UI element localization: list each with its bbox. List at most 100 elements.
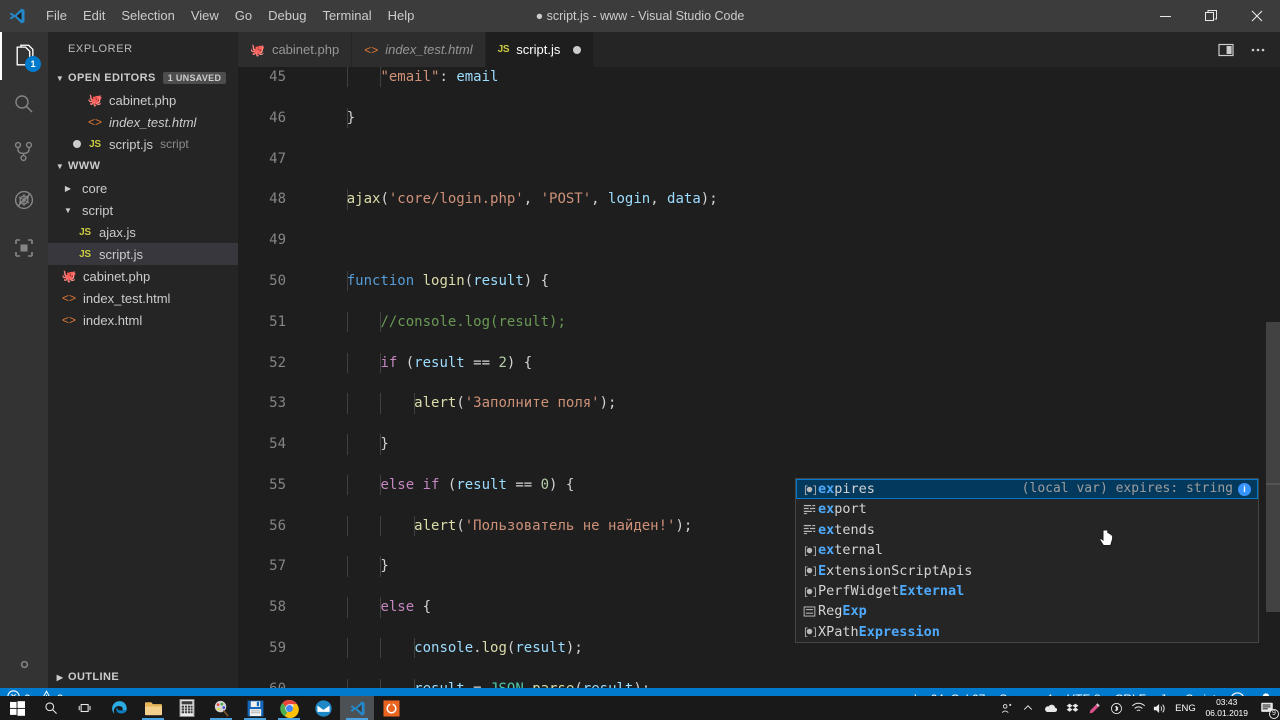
volume-icon[interactable]: [1149, 696, 1171, 720]
open-editor-script-js[interactable]: JS script.js script: [48, 133, 238, 155]
code-line[interactable]: 50 function login(result) {: [238, 270, 1280, 292]
overview-marker: [1266, 483, 1280, 485]
outline-section-header[interactable]: ▶ OUTLINE: [48, 666, 238, 688]
suggestion-item[interactable]: []external: [796, 540, 1258, 560]
wifi-icon[interactable]: [1127, 696, 1149, 720]
more-actions-icon[interactable]: [1244, 36, 1272, 64]
suggestion-item[interactable]: RegExp: [796, 601, 1258, 621]
file-script-js[interactable]: JS script.js: [48, 243, 238, 265]
open-editors-label: OPEN EDITORS: [68, 72, 156, 84]
tab-dirty-icon[interactable]: [573, 45, 582, 54]
action-center-icon[interactable]: 9: [1254, 696, 1280, 720]
window-controls[interactable]: [1142, 0, 1280, 32]
chevron-up-icon[interactable]: [1017, 696, 1039, 720]
tab-script-js[interactable]: JS script.js: [485, 32, 595, 67]
tab-index-test-html[interactable]: <> index_test.html: [352, 32, 486, 67]
svg-text:]: ]: [811, 484, 815, 495]
line-number: 56: [269, 517, 286, 534]
menu-view[interactable]: View: [183, 0, 227, 32]
file-ajax-js[interactable]: JS ajax.js: [48, 221, 238, 243]
open-editor-label: cabinet.php: [109, 92, 177, 108]
info-icon[interactable]: i: [1238, 482, 1251, 496]
suggestion-item[interactable]: []ExtensionScriptApis: [796, 561, 1258, 581]
folder-script[interactable]: ▼ script: [48, 199, 238, 221]
line-number: 49: [269, 232, 286, 249]
bluetooth-icon[interactable]: [1105, 696, 1127, 720]
start-button[interactable]: [0, 696, 34, 720]
menu-file[interactable]: File: [38, 0, 75, 32]
suggestion-item[interactable]: []XPathExpression: [796, 622, 1258, 642]
split-editor-icon[interactable]: [1212, 36, 1240, 64]
menu-selection[interactable]: Selection: [113, 0, 182, 32]
paint-icon[interactable]: [204, 696, 238, 720]
open-editor-index-test-html[interactable]: <> index_test.html: [48, 111, 238, 133]
editor-scrollbar[interactable]: [1266, 67, 1280, 688]
calculator-icon[interactable]: [170, 696, 204, 720]
vscode-logo-icon: [0, 0, 34, 32]
scrollbar-thumb[interactable]: [1266, 322, 1280, 612]
orange-app-icon[interactable]: [374, 696, 408, 720]
menu-help[interactable]: Help: [380, 0, 423, 32]
file-index-html[interactable]: <> index.html: [48, 309, 238, 331]
file-index-test-html[interactable]: <> index_test.html: [48, 287, 238, 309]
line-text: else {: [380, 599, 432, 616]
task-view-icon[interactable]: [68, 696, 102, 720]
folder-icon[interactable]: [136, 696, 170, 720]
search-icon[interactable]: [34, 696, 68, 720]
pen-icon[interactable]: [1083, 696, 1105, 720]
tab-cabinet-php[interactable]: 🐙 cabinet.php: [238, 32, 353, 67]
suggestion-item[interactable]: []PerfWidgetExternal: [796, 581, 1258, 601]
file-label: ajax.js: [99, 224, 136, 240]
minimize-icon[interactable]: [1142, 0, 1188, 32]
property-icon: []: [800, 564, 818, 577]
sidebar-item-debug[interactable]: [0, 176, 48, 224]
suggestion-label: RegExp: [818, 603, 867, 620]
folder-core[interactable]: ▶ core: [48, 177, 238, 199]
chrome-icon[interactable]: [272, 696, 306, 720]
mail-icon[interactable]: [306, 696, 340, 720]
workspace-section-header[interactable]: ▼ WWW: [48, 155, 238, 177]
people-icon[interactable]: [995, 696, 1017, 720]
language-indicator[interactable]: ENG: [1171, 696, 1199, 720]
suggestion-item[interactable]: export: [796, 499, 1258, 519]
code-line[interactable]: 47: [238, 149, 1280, 169]
close-icon[interactable]: [1234, 0, 1280, 32]
edge-icon[interactable]: [102, 696, 136, 720]
code-line[interactable]: 46 }: [238, 107, 1280, 129]
sidebar-item-extensions[interactable]: [0, 224, 48, 272]
menu-debug[interactable]: Debug: [260, 0, 314, 32]
onedrive-icon[interactable]: [1039, 696, 1061, 720]
suggestion-item[interactable]: extends: [796, 520, 1258, 540]
open-editor-cabinet-php[interactable]: 🐙 cabinet.php: [48, 89, 238, 111]
code-line[interactable]: 45 "email": email: [238, 67, 1280, 88]
suggestion-popup[interactable]: []expires(local var) expires: stringiexp…: [795, 478, 1259, 644]
line-text: alert('Заполните поля');: [414, 395, 617, 412]
dropbox-icon[interactable]: [1061, 696, 1083, 720]
maximize-icon[interactable]: [1188, 0, 1234, 32]
code-line[interactable]: 48 ajax('core/login.php', 'POST', login,…: [238, 189, 1280, 210]
menu-bar[interactable]: File Edit Selection View Go Debug Termin…: [38, 0, 422, 32]
menu-go[interactable]: Go: [227, 0, 260, 32]
file-cabinet-php[interactable]: 🐙 cabinet.php: [48, 265, 238, 287]
file-label: cabinet.php: [83, 268, 151, 284]
suggestion-item[interactable]: []expires (local var) expires: stringi: [796, 479, 1258, 500]
menu-edit[interactable]: Edit: [75, 0, 113, 32]
sidebar-item-search[interactable]: [0, 80, 48, 128]
code-line[interactable]: 53 alert('Заполните поля');: [238, 393, 1280, 414]
sidebar-item-explorer[interactable]: 1: [0, 32, 48, 80]
clock[interactable]: 03:43 06.01.2019: [1199, 697, 1254, 719]
open-editors-section-header[interactable]: ▼ OPEN EDITORS 1 UNSAVED: [48, 67, 238, 89]
code-line[interactable]: 52 if (result == 2) {: [238, 352, 1280, 373]
code-line[interactable]: 51 //console.log(result);: [238, 311, 1280, 333]
line-text: "email": email: [380, 69, 499, 85]
gear-icon[interactable]: [0, 640, 48, 688]
code-line[interactable]: 49: [238, 230, 1280, 250]
sidebar-item-source-control[interactable]: [0, 128, 48, 176]
php-icon: 🐙: [87, 93, 103, 107]
menu-terminal[interactable]: Terminal: [314, 0, 379, 32]
floppy-icon[interactable]: [238, 696, 272, 720]
vscode-icon[interactable]: [340, 696, 374, 720]
dirty-indicator-icon: [68, 140, 86, 148]
code-line[interactable]: 54 }: [238, 434, 1280, 455]
folder-label: core: [82, 180, 108, 196]
